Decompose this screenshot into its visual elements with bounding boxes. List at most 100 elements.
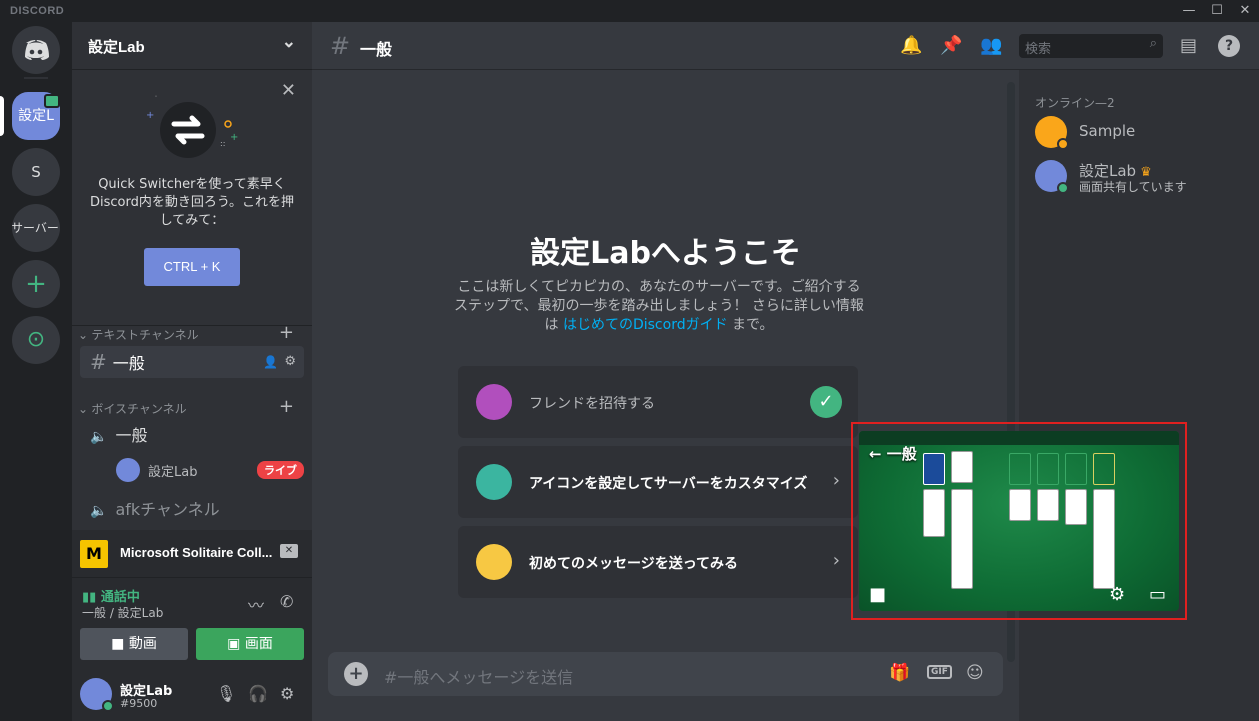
members-icon[interactable]: 👥 [980,35,1002,56]
svg-text:+: + [230,132,238,143]
message-input[interactable]: + #一般へメッセージを送信 🎁 GIF ☺ [328,652,1003,696]
search-input[interactable]: 検索 ⌕ [1019,34,1163,58]
live-badge: ライブ [257,461,304,479]
quick-switcher-popup: ✕ + ˙ + :: Quick Switcherを使って素早くDiscord内を… [72,70,312,326]
noise-suppression-icon[interactable]: 〰 [248,592,264,616]
activity-title: Microsoft Solitaire Coll... [120,545,273,560]
disconnect-icon[interactable]: ✆ [280,592,293,611]
stream-back-label[interactable]: ← 一般 [869,443,917,464]
server-other[interactable]: のサーバー [12,204,60,252]
help-icon[interactable]: ? [1218,35,1240,57]
channel-title: 一般 [360,40,393,59]
tableau-card [951,489,973,589]
avatar [116,458,140,482]
card-invite-friends[interactable]: フレンドを招待する ✓ [458,366,858,438]
add-voice-channel-icon[interactable]: + [279,396,294,417]
voice-connection-panel: ▮▮ 通話中 一般 / 設定Lab 〰 ✆ ■ 動画 ▣ 画面 [72,578,312,670]
member-settei-lab[interactable]: 設定Lab ♛ 画面共有しています [1035,160,1245,202]
channel-sidebar: 設定Lab ⌄ ✕ + ˙ + :: Quick Switcherを使って素早くD… [72,22,312,721]
tableau-card [923,489,945,537]
online-status-dot [102,700,114,712]
minimize-button[interactable]: — [1175,0,1203,22]
stop-share-icon[interactable]: ▭ [1149,584,1166,605]
screen-icon: ▣ [227,636,241,652]
guide-link[interactable]: はじめてのDiscordガイド [563,317,728,333]
ctrl-k-button[interactable]: CTRL + K [144,248,240,286]
welcome-title: 設定Labへようこそ [530,236,801,271]
online-status-dot [1057,182,1069,194]
explore-compass-icon[interactable]: ⊙ [12,316,60,364]
tableau-card [1009,489,1031,521]
camera-icon: ■ [111,636,125,652]
upload-plus-icon[interactable]: + [344,662,368,686]
voice-channel-general[interactable]: 🔈 一般 [80,420,304,452]
close-icon[interactable]: ✕ [281,80,296,101]
stock-pile [923,453,945,485]
idle-status-dot [1057,138,1069,150]
camera-icon[interactable]: ■ [869,584,886,605]
inbox-icon[interactable]: ▤ [1180,35,1197,56]
voice-location[interactable]: 一般 / 設定Lab [82,604,163,621]
stream-preview[interactable]: ← 一般 ■ ⚙ ▭ [859,431,1179,611]
voice-user[interactable]: 設定Lab ライブ [116,458,304,482]
maximize-button[interactable]: ☐ [1203,0,1231,22]
signal-icon: ▮▮ [82,590,97,605]
home-button[interactable] [12,26,60,74]
settings-gear-icon[interactable]: ⚙ [280,684,294,703]
discord-brand: DISCORD [10,5,65,17]
card-customize-server[interactable]: アイコンを設定してサーバーをカスタマイズ › [458,446,858,518]
add-server-button[interactable]: + [12,260,60,308]
member-sample[interactable]: Sample [1035,116,1245,158]
active-server-pill [0,96,4,136]
bell-icon[interactable]: 🔔 [900,35,922,56]
chevron-right-icon: › [832,470,840,491]
screen-share-button[interactable]: ▣ 画面 [196,628,304,660]
paintbrush-icon [476,464,512,500]
foundation-slot [1009,453,1031,485]
close-window-button[interactable]: ✕ [1231,0,1259,22]
headphones-icon[interactable]: 🎧 [248,684,268,703]
chevron-down-icon: ⌄ [281,32,296,51]
discord-logo-icon [25,40,49,60]
text-channel-general[interactable]: # 一般 👤 ⚙ [80,346,304,378]
voice-user-name: 設定Lab [148,465,198,480]
speaker-icon: 🔈 [90,429,108,445]
voice-channel-afk[interactable]: 🔈 afkチャンネル [80,494,304,526]
gif-button[interactable]: GIF [927,665,952,679]
video-button[interactable]: ■ 動画 [80,628,188,660]
gift-icon[interactable]: 🎁 [889,663,910,683]
checkmark-icon: ✓ [810,386,842,418]
stop-stream-icon[interactable]: ✕ [280,544,298,558]
member-list: オンライン—2 Sample 設定Lab ♛ 画面共有しています [1019,70,1259,721]
server-separator [24,77,48,79]
add-text-channel-icon[interactable]: + [279,322,294,343]
speaker-icon: 🔈 [90,503,108,519]
welcome-description: ここは新しくてピカピカの、あなたのサーバーです。ご紹介するステップで、最初の一歩… [454,279,864,333]
search-icon: ⌕ [1149,36,1157,51]
invite-friend-icon [476,384,512,420]
tableau-card [1037,489,1059,521]
activity-panel: M Microsoft Solitaire Coll... ✕ [72,530,312,578]
online-category: オンライン—2 [1035,96,1115,110]
stream-highlight-frame: ← 一般 ■ ⚙ ▭ [851,422,1187,620]
user-tag: #9500 [120,697,158,710]
foundation-slot [1093,453,1115,485]
emoji-icon[interactable]: ☺ [966,663,984,683]
foundation-slot [1037,453,1059,485]
message-bubble-icon [476,544,512,580]
message-placeholder: #一般へメッセージを送信 [384,668,574,687]
waste-card [951,451,973,483]
server-s[interactable]: S [12,148,60,196]
screen-share-icon [44,94,60,108]
stream-settings-icon[interactable]: ⚙ [1109,584,1125,605]
pin-icon[interactable]: 📌 [940,35,962,56]
category-voice-channels[interactable]: ⌄ ボイスチャンネル [78,400,187,417]
chevron-right-icon: › [832,550,840,571]
invite-icon[interactable]: 👤 [263,346,278,378]
microphone-icon[interactable]: 🎙 [216,684,236,703]
svg-text:::: :: [220,139,225,148]
card-send-message[interactable]: 初めてのメッセージを送ってみる › [458,526,858,598]
gear-icon[interactable]: ⚙ [284,346,296,378]
guild-header[interactable]: 設定Lab ⌄ [72,22,312,70]
category-text-channels[interactable]: ⌄ テキストチャンネル [78,326,199,343]
